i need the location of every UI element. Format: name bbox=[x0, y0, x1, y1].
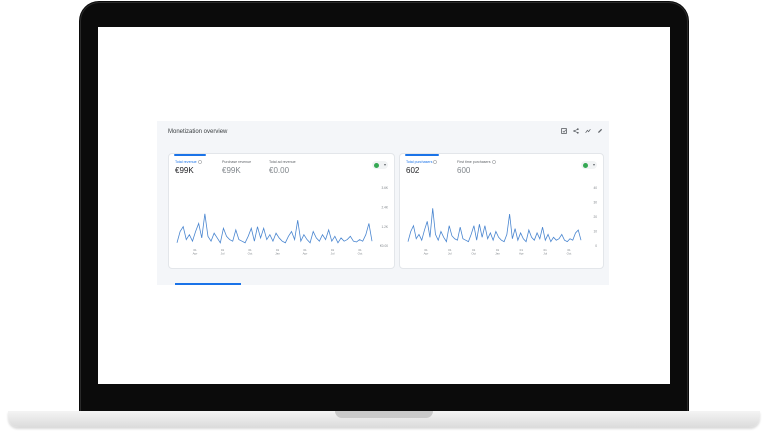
series-line bbox=[407, 208, 582, 243]
y-tick-label: 30 bbox=[593, 201, 597, 205]
purchasers-panel: Total purchasers 602 First time purchase… bbox=[399, 153, 604, 269]
metric-label: Total ad revenue bbox=[269, 160, 296, 164]
x-tick-label: 01 Apr bbox=[303, 248, 308, 256]
x-tick-label: 01 Oct bbox=[567, 248, 572, 256]
revenue-panel: Total revenue €99K Purchase revenue €99K… bbox=[168, 153, 395, 269]
y-tick-label: €0.00 bbox=[380, 244, 388, 248]
monetization-overview-card: Monetization overview Total revenue €99K… bbox=[157, 121, 609, 285]
data-quality-dropdown[interactable] bbox=[581, 161, 597, 169]
card-toolbar bbox=[561, 128, 603, 134]
active-metric-indicator bbox=[405, 154, 439, 156]
metric-total-revenue[interactable]: Total revenue €99K bbox=[175, 160, 202, 175]
x-tick-label: 01 Oct bbox=[248, 248, 253, 256]
chevron-down-icon bbox=[384, 164, 386, 166]
series-line bbox=[176, 213, 373, 244]
help-icon[interactable] bbox=[433, 160, 438, 164]
x-tick-label: 01 Apr bbox=[193, 248, 198, 256]
metric-first-time-purchasers[interactable]: First time purchasers 600 bbox=[457, 160, 496, 175]
check-icon bbox=[374, 162, 379, 168]
metric-label: Purchase revenue bbox=[222, 160, 252, 164]
metric-value: €99K bbox=[175, 166, 194, 176]
metric-label: Total revenue bbox=[175, 160, 197, 164]
edit-icon[interactable] bbox=[597, 128, 603, 134]
bottom-tab-indicator[interactable] bbox=[175, 283, 241, 285]
card-title: Monetization overview bbox=[168, 129, 228, 135]
compare-icon[interactable] bbox=[561, 128, 567, 134]
metric-total-purchasers[interactable]: Total purchasers 602 bbox=[406, 160, 438, 176]
y-tick-label: 10 bbox=[593, 230, 597, 234]
share-icon[interactable] bbox=[573, 128, 579, 134]
laptop-notch bbox=[335, 411, 433, 418]
metric-value: 600 bbox=[457, 166, 471, 176]
x-tick-label: 01 Apr bbox=[519, 248, 524, 256]
y-tick-label: 1.2K bbox=[381, 225, 388, 229]
metric-purchase-revenue[interactable]: Purchase revenue €99K bbox=[222, 160, 251, 175]
insights-icon[interactable] bbox=[585, 128, 591, 134]
x-tick-label: 01 Jan bbox=[495, 248, 500, 256]
metric-value: 602 bbox=[406, 166, 420, 176]
laptop-screen: Monetization overview Total revenue €99K… bbox=[98, 27, 670, 384]
metric-value: €0.00 bbox=[269, 166, 290, 175]
metric-total-ad-revenue[interactable]: Total ad revenue €0.00 bbox=[269, 160, 296, 175]
y-tick-label: 0 bbox=[595, 244, 597, 248]
revenue-line-chart: 3.6K 2.4K 1.2K €0.00 01 Apr 01 Jul 01 Oct 01 Jan 01 A… bbox=[176, 186, 389, 256]
data-quality-dropdown[interactable] bbox=[372, 161, 388, 169]
x-tick-label: 01 Jul bbox=[331, 248, 335, 256]
metric-value: €99K bbox=[222, 166, 241, 175]
metric-label: Total purchasers bbox=[406, 160, 433, 164]
x-tick-label: 01 Apr bbox=[424, 248, 429, 256]
metric-label: First time purchasers bbox=[457, 160, 491, 164]
chevron-down-icon bbox=[593, 164, 595, 166]
y-tick-label: 2.4K bbox=[381, 206, 388, 210]
active-metric-indicator bbox=[174, 154, 206, 156]
help-icon[interactable] bbox=[491, 160, 496, 164]
purchasers-line-chart: 40 30 20 10 0 01 Apr 01 Jul 01 Oct 01 Jan 01 Apr 01 Jul 0… bbox=[407, 186, 597, 256]
x-tick-label: 01 Jul bbox=[221, 248, 225, 256]
y-tick-label: 40 bbox=[593, 186, 597, 190]
x-tick-label: 01 Jul bbox=[543, 248, 547, 256]
y-tick-label: 20 bbox=[593, 215, 597, 219]
x-tick-label: 01 Jul bbox=[448, 248, 452, 256]
help-icon[interactable] bbox=[197, 160, 202, 164]
x-tick-label: 01 Oct bbox=[358, 248, 363, 256]
x-tick-label: 01 Jan bbox=[275, 248, 280, 256]
check-icon bbox=[583, 162, 588, 168]
y-tick-label: 3.6K bbox=[381, 186, 388, 190]
x-tick-label: 01 Oct bbox=[471, 248, 476, 256]
